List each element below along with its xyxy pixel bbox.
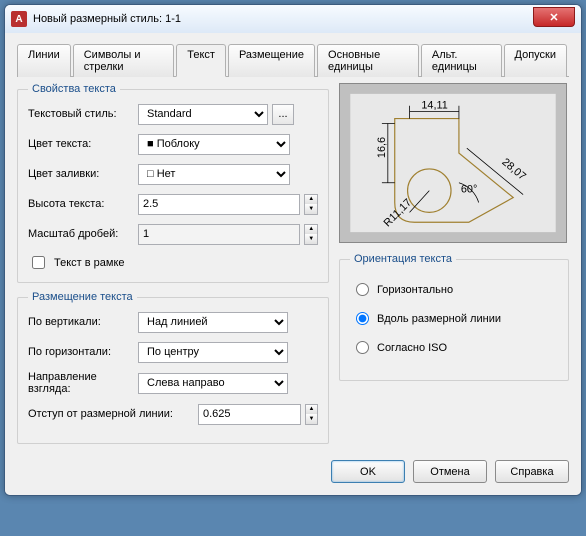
tab-tolerances[interactable]: Допуски [504,44,567,77]
orient-aligned-label: Вдоль размерной линии [377,313,501,325]
preview-pane: 14,11 16,6 28,07 R11,17 60° [339,83,567,243]
cancel-button[interactable]: Отмена [413,460,487,483]
text-appearance-legend: Свойства текста [28,83,120,95]
fraction-scale-label: Масштаб дробей: [28,228,138,240]
view-direction-select[interactable]: Слева направо [138,373,288,394]
spin-down-icon: ▼ [305,204,317,214]
help-button[interactable]: Справка [495,460,569,483]
dim-top: 14,11 [421,100,447,112]
text-style-label: Текстовый стиль: [28,108,138,120]
client-area: Линии Символы и стрелки Текст Размещение… [5,33,581,495]
app-icon: A [11,11,27,27]
tab-alt-units[interactable]: Альт. единицы [421,44,502,77]
text-frame-checkbox[interactable] [32,256,45,269]
close-icon: ✕ [549,11,558,24]
spin-up-icon: ▲ [305,225,317,235]
spin-down-icon: ▼ [306,414,317,424]
view-direction-label: Направление взгляда: [28,371,138,395]
dialog-window: A Новый размерный стиль: 1-1 ✕ Линии Сим… [4,4,582,496]
tab-fit[interactable]: Размещение [228,44,315,77]
offset-label: Отступ от размерной линии: [28,408,198,420]
orient-aligned-radio[interactable] [356,312,369,325]
vertical-label: По вертикали: [28,316,138,328]
text-placement-legend: Размещение текста [28,291,137,303]
text-appearance-group: Свойства текста Текстовый стиль: Standar… [17,83,329,283]
text-style-select[interactable]: Standard [138,104,268,125]
spin-down-icon: ▼ [305,234,317,244]
orient-horizontal-radio[interactable] [356,283,369,296]
text-color-label: Цвет текста: [28,138,138,150]
text-orientation-group: Ориентация текста Горизонтально Вдоль ра… [339,253,569,381]
text-orientation-legend: Ориентация текста [350,253,456,265]
offset-spinner[interactable]: ▲▼ [305,404,318,425]
dim-angle: 60° [461,184,477,196]
dim-left: 16,6 [376,137,388,158]
tab-symbols[interactable]: Символы и стрелки [73,44,175,77]
text-style-browse-button[interactable]: ... [272,104,294,125]
ok-button[interactable]: OK [331,460,405,483]
orient-iso-label: Согласно ISO [377,342,447,354]
text-height-label: Высота текста: [28,198,138,210]
text-height-input[interactable] [138,194,300,215]
tab-text[interactable]: Текст [176,44,226,77]
close-button[interactable]: ✕ [533,7,575,27]
vertical-select[interactable]: Над линией [138,312,288,333]
fraction-scale-spinner[interactable]: ▲▼ [304,224,318,245]
horizontal-select[interactable]: По центру [138,342,288,363]
spin-up-icon: ▲ [306,405,317,415]
titlebar: A Новый размерный стиль: 1-1 ✕ [5,5,581,33]
spin-up-icon: ▲ [305,195,317,205]
text-placement-group: Размещение текста По вертикали: Над лини… [17,291,329,444]
tab-lines[interactable]: Линии [17,44,71,77]
fill-color-select[interactable]: □ Нет [138,164,290,185]
tab-primary-units[interactable]: Основные единицы [317,44,419,77]
orient-iso-radio[interactable] [356,341,369,354]
text-height-spinner[interactable]: ▲▼ [304,194,318,215]
button-bar: OK Отмена Справка [17,460,569,483]
tab-strip: Линии Символы и стрелки Текст Размещение… [17,43,569,77]
text-color-select[interactable]: ■ Поблоку [138,134,290,155]
window-title: Новый размерный стиль: 1-1 [33,13,181,25]
fill-color-label: Цвет заливки: [28,168,138,180]
fraction-scale-input[interactable] [138,224,300,245]
horizontal-label: По горизонтали: [28,346,138,358]
orient-horizontal-label: Горизонтально [377,284,453,296]
offset-input[interactable] [198,404,301,425]
text-frame-label: Текст в рамке [54,257,125,269]
